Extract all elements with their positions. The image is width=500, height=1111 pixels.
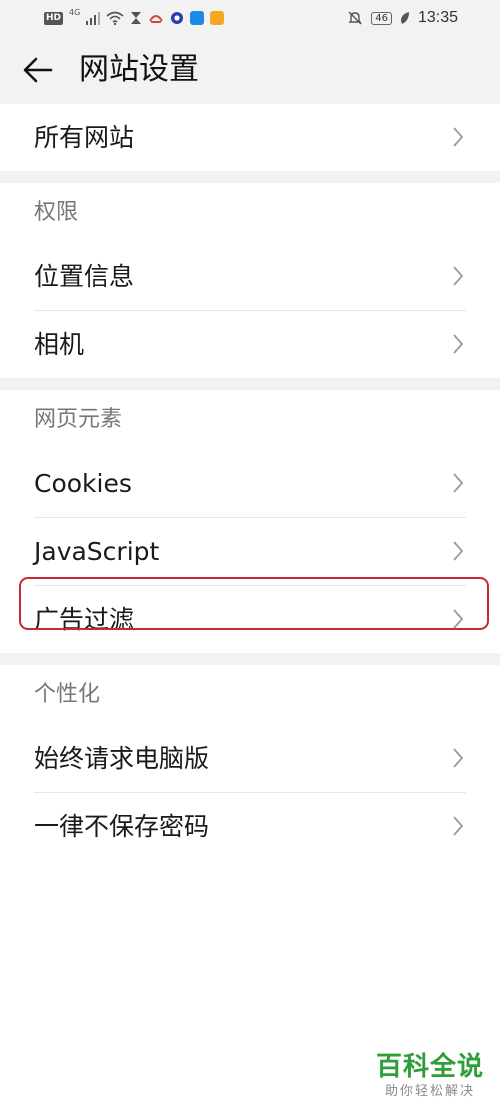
page-title: 网站设置 <box>79 52 199 87</box>
row-label: JavaScript <box>34 537 160 566</box>
row-label: 广告过滤 <box>34 605 135 634</box>
row-never-save-password[interactable]: 一律不保存密码 <box>34 792 466 860</box>
section-divider <box>0 653 500 665</box>
chevron-right-icon <box>453 266 464 286</box>
wifi-icon <box>106 11 124 25</box>
title-bar: 网站设置 <box>0 40 500 104</box>
section-divider <box>0 171 500 183</box>
row-label: Cookies <box>34 469 132 498</box>
network-type-label: 4G <box>69 8 81 17</box>
status-icons-right: 46 13:35 <box>347 8 458 28</box>
chevron-right-icon <box>453 541 464 561</box>
section-header-personalization: 个性化 <box>34 682 101 707</box>
payment-app-icon <box>190 11 205 25</box>
section-page-elements: 网页元素 Cookies JavaScript 广告过滤 <box>0 390 500 653</box>
hd-badge: HD <box>44 11 64 25</box>
chevron-right-icon <box>453 334 464 354</box>
row-cookies[interactable]: Cookies <box>34 450 466 517</box>
chevron-right-icon <box>453 816 464 836</box>
row-label: 位置信息 <box>34 262 135 291</box>
watermark: 百科全说 助你轻松解决 <box>376 1051 484 1101</box>
chevron-right-icon <box>453 473 464 493</box>
chevron-right-icon <box>453 609 464 629</box>
section-header-permissions: 权限 <box>34 200 79 225</box>
chevron-right-icon <box>453 748 464 768</box>
watermark-title: 百科全说 <box>375 1052 484 1082</box>
section-personalization: 个性化 始终请求电脑版 一律不保存密码 <box>0 665 500 860</box>
row-javascript[interactable]: JavaScript <box>34 517 466 585</box>
row-label: 相机 <box>34 330 85 359</box>
status-bar: HD 4G 46 13:35 <box>0 0 500 36</box>
hourglass-icon <box>131 12 142 24</box>
row-camera[interactable]: 相机 <box>34 310 466 378</box>
row-ad-filter[interactable]: 广告过滤 <box>34 585 466 653</box>
section-divider <box>0 378 500 390</box>
clock: 13:35 <box>417 9 458 26</box>
top-bar: HD 4G 46 13:35 网站设置 <box>0 0 500 104</box>
leaf-icon <box>400 12 409 24</box>
watermark-subtitle: 助你轻松解决 <box>384 1084 475 1099</box>
row-label: 一律不保存密码 <box>34 812 210 841</box>
row-all-sites[interactable]: 所有网站 <box>34 104 466 171</box>
row-label: 始终请求电脑版 <box>34 744 210 773</box>
section-all-sites: 所有网站 <box>0 104 500 171</box>
row-location[interactable]: 位置信息 <box>34 243 466 310</box>
row-label: 所有网站 <box>34 123 135 152</box>
app-notification-icon <box>149 15 164 23</box>
section-permissions: 权限 位置信息 相机 <box>0 183 500 378</box>
browser-app-icon <box>171 12 184 24</box>
section-header-page-elements: 网页元素 <box>34 407 123 432</box>
signal-icon <box>86 12 101 25</box>
chevron-right-icon <box>453 127 464 147</box>
status-icons-left: HD 4G <box>44 8 225 27</box>
row-request-desktop[interactable]: 始终请求电脑版 <box>34 725 466 792</box>
bell-muted-icon <box>348 11 362 25</box>
battery-indicator: 46 <box>371 11 392 25</box>
arrow-left-icon[interactable] <box>22 54 54 86</box>
orange-app-icon <box>210 11 225 25</box>
